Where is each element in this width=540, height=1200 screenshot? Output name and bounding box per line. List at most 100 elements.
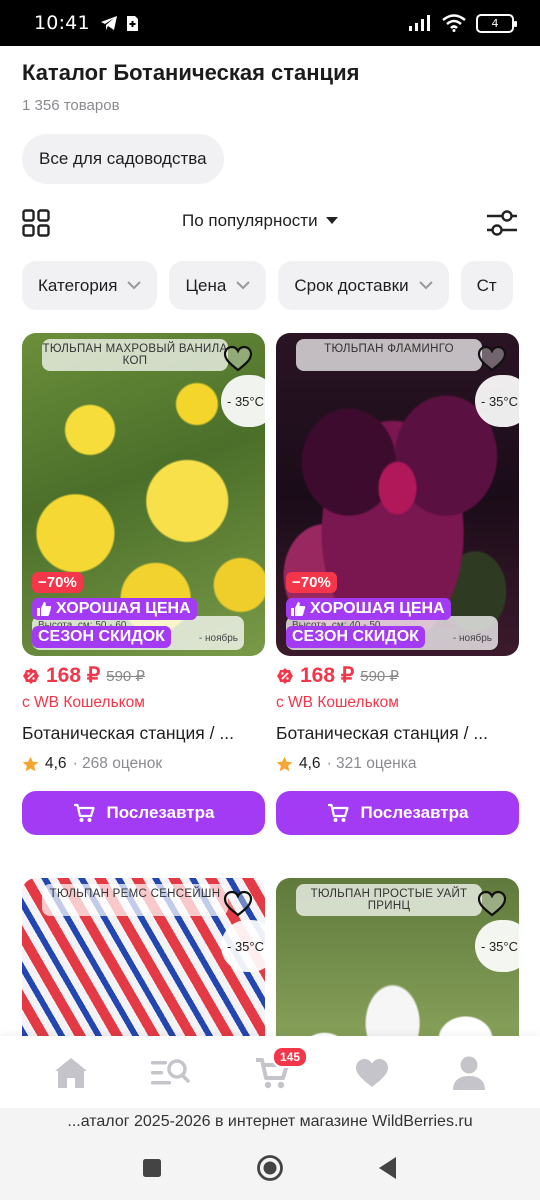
product-image[interactable]: ТЮЛЬПАН ФЛАМИНГО - 35°C −70% Высота, см:… <box>276 333 519 656</box>
rating-value: 4,6 <box>299 755 321 772</box>
bottom-nav: 145 <box>0 1036 540 1108</box>
price: 168 ₽ <box>46 664 101 687</box>
rating-value: 4,6 <box>45 755 67 772</box>
product-title[interactable]: Ботаническая станция / ... <box>276 723 519 744</box>
image-label: ТЮЛЬПАН МАХРОВЫЙ ВАНИЛА КОП <box>42 339 228 371</box>
image-label: ТЮЛЬПАН ФЛАМИНГО <box>296 339 482 371</box>
filter-chip-category[interactable]: Категория <box>22 261 158 310</box>
page-title: Каталог Ботаническая станция <box>22 60 360 85</box>
reviews-count: · 321 оценка <box>326 755 417 772</box>
sale-badge: СЕЗОН СКИДОК <box>32 626 171 648</box>
rating-row: 4,6 · 321 оценка <box>276 755 416 773</box>
heart-icon <box>356 1059 388 1087</box>
home-circle-icon[interactable] <box>256 1154 284 1182</box>
cart-count-badge: 145 <box>272 1046 309 1068</box>
filter-chip-label: Срок доставки <box>294 275 409 295</box>
temperature-badge: - 35°C <box>221 920 265 972</box>
rating-row: 4,6 · 268 оценок <box>22 755 162 773</box>
image-label: ТЮЛЬПАН ПРОСТЫЕ УАЙТ ПРИНЦ <box>296 884 482 916</box>
chevron-down-icon <box>236 281 251 290</box>
image-label: ТЮЛЬПАН РЕМС СЕНСЕЙШН <box>42 884 228 916</box>
filter-chip-delivery[interactable]: Срок доставки <box>278 261 449 310</box>
status-bar: 10:41 4 <box>0 0 540 46</box>
grid-view-icon[interactable] <box>22 209 50 237</box>
good-price-label: ХОРОШАЯ ЦЕНА <box>310 600 445 617</box>
product-card[interactable]: ТЮЛЬПАН РЕМС СЕНСЕЙШН - 35°C <box>22 878 265 1036</box>
info-strip-tail: - ноябрь <box>198 633 238 644</box>
reviews-count: · 268 оценок <box>72 755 163 772</box>
old-price: 590 ₽ <box>106 667 145 685</box>
discount-badge: −70% <box>286 572 337 593</box>
sim-icon <box>126 15 138 31</box>
page: 10:41 4 Каталог Ботаническая станция 1 3… <box>0 0 540 1200</box>
add-to-cart-button[interactable]: Послезавтра <box>22 791 265 835</box>
filter-chips: Категория Цена Срок доставки Ст <box>22 261 513 310</box>
star-icon <box>22 756 39 771</box>
product-card[interactable]: ТЮЛЬПАН МАХРОВЫЙ ВАНИЛА КОП - 35°C −70% … <box>22 333 265 835</box>
wifi-icon <box>442 14 466 32</box>
filter-chip-price[interactable]: Цена <box>169 261 267 310</box>
button-label: Послезавтра <box>106 803 215 822</box>
system-nav-bar <box>0 1136 540 1200</box>
temperature-badge: - 35°C <box>475 920 519 972</box>
nav-profile[interactable] <box>449 1054 489 1092</box>
temperature-badge: - 35°C <box>475 375 519 427</box>
telegram-icon <box>100 16 117 30</box>
status-time: 10:41 <box>34 12 90 34</box>
wallet-price-icon <box>23 667 39 684</box>
star-icon <box>276 756 293 771</box>
heart-icon[interactable] <box>223 345 253 373</box>
product-image[interactable]: ТЮЛЬПАН ПРОСТЫЕ УАЙТ ПРИНЦ - 35°C <box>276 878 519 1036</box>
recents-icon[interactable] <box>138 1154 166 1182</box>
sort-dropdown[interactable]: По популярности <box>182 211 338 231</box>
back-icon[interactable] <box>374 1154 402 1182</box>
price-row: 168 ₽ 590 ₽ <box>22 663 145 688</box>
filter-chip-label: Цена <box>185 275 227 295</box>
nav-catalog[interactable] <box>150 1054 190 1092</box>
price: 168 ₽ <box>300 664 355 687</box>
browser-url-bar[interactable]: ...аталог 2025-2026 в интернет магазине … <box>0 1108 540 1136</box>
cart-icon <box>73 803 95 822</box>
filter-chip-label: Категория <box>38 275 118 295</box>
heart-icon[interactable] <box>477 890 507 918</box>
product-image[interactable]: ТЮЛЬПАН РЕМС СЕНСЕЙШН - 35°C <box>22 878 265 1036</box>
cart-icon <box>327 803 349 822</box>
catalog-search-icon <box>151 1059 190 1085</box>
toolbar: По популярности <box>0 200 540 244</box>
nav-home[interactable] <box>51 1054 91 1092</box>
sort-chevron-icon <box>325 217 338 224</box>
filter-sliders-icon[interactable] <box>486 208 518 238</box>
battery-icon: 4 <box>476 13 517 33</box>
good-price-badge: ХОРОШАЯ ЦЕНА <box>286 598 451 620</box>
price-row: 168 ₽ 590 ₽ <box>276 663 399 688</box>
product-title[interactable]: Ботаническая станция / ... <box>22 723 265 744</box>
heart-icon[interactable] <box>477 345 507 373</box>
temperature-badge: - 35°C <box>221 375 265 427</box>
good-price-badge: ХОРОШАЯ ЦЕНА <box>32 598 197 620</box>
thumbs-up-icon <box>291 602 306 616</box>
wallet-price-icon <box>277 667 293 684</box>
signal-icon <box>409 15 430 31</box>
filter-chip-label: Ст <box>476 275 497 295</box>
sort-label: По популярности <box>182 211 318 230</box>
sale-badge: СЕЗОН СКИДОК <box>286 626 425 648</box>
product-count: 1 356 товаров <box>22 97 120 114</box>
category-chip[interactable]: Все для садоводства <box>22 134 224 184</box>
home-icon <box>55 1058 87 1088</box>
add-to-cart-button[interactable]: Послезавтра <box>276 791 519 835</box>
product-card[interactable]: ТЮЛЬПАН ФЛАМИНГО - 35°C −70% Высота, см:… <box>276 333 519 835</box>
button-label: Послезавтра <box>360 803 469 822</box>
product-card[interactable]: ТЮЛЬПАН ПРОСТЫЕ УАЙТ ПРИНЦ - 35°C <box>276 878 519 1036</box>
product-image[interactable]: ТЮЛЬПАН МАХРОВЫЙ ВАНИЛА КОП - 35°C −70% … <box>22 333 265 656</box>
thumbs-up-icon <box>37 602 52 616</box>
good-price-label: ХОРОШАЯ ЦЕНА <box>56 600 191 617</box>
filter-chip-more[interactable]: Ст <box>460 261 513 310</box>
old-price: 590 ₽ <box>360 667 399 685</box>
profile-icon <box>453 1056 485 1090</box>
heart-icon[interactable] <box>223 890 253 918</box>
info-strip-tail: - ноябрь <box>452 633 492 644</box>
nav-favorites[interactable] <box>352 1054 392 1092</box>
wallet-note: с WB Кошельком <box>22 694 145 711</box>
chevron-down-icon <box>418 281 433 290</box>
wallet-note: с WB Кошельком <box>276 694 399 711</box>
